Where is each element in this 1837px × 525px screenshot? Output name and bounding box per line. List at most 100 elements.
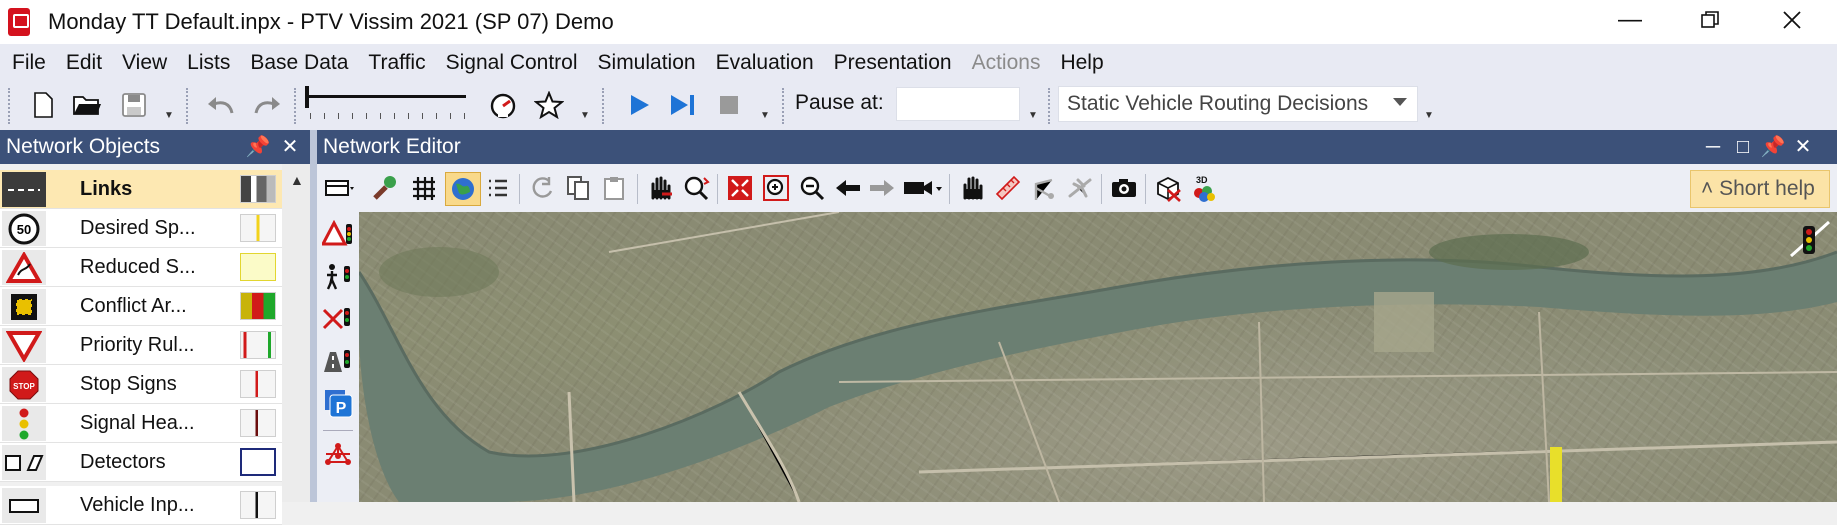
menu-actions[interactable]: Actions (964, 51, 1053, 75)
stop-simulation-button[interactable] (712, 90, 746, 120)
toolbar-grip[interactable] (186, 88, 191, 124)
menu-view[interactable]: View (114, 51, 179, 75)
pause-dropdown-arrow[interactable]: ▼ (1028, 110, 1038, 121)
reduced-speed-color-swatch[interactable] (240, 253, 276, 281)
parking-button[interactable]: P (321, 386, 355, 420)
wrench-icon (373, 176, 396, 200)
favorites-button[interactable] (532, 90, 566, 120)
network-object-links[interactable]: Links (0, 170, 282, 209)
detectors-color-swatch[interactable] (240, 448, 276, 476)
menu-help[interactable]: Help (1052, 51, 1115, 75)
redo-button[interactable] (250, 90, 284, 120)
measure-distance-button[interactable] (991, 172, 1025, 204)
graphic-parameters-button[interactable] (367, 172, 401, 204)
3d-mode-button[interactable]: 3D (1187, 172, 1221, 204)
paste-button[interactable] (597, 172, 631, 204)
network-object-reduced-speed[interactable]: Reduced S... (0, 248, 282, 287)
close-panel-icon[interactable]: ✕ (1789, 130, 1817, 164)
zoom-refresh-button[interactable] (679, 172, 713, 204)
simulation-speed-slider-thumb[interactable] (305, 86, 309, 108)
toolbar-grip[interactable] (294, 88, 299, 124)
routing-decisions-select[interactable]: Static Vehicle Routing Decisions (1058, 86, 1418, 122)
pan-network-button[interactable] (643, 172, 677, 204)
run-dropdown-arrow[interactable]: ▼ (760, 110, 770, 121)
network-object-priority-rules[interactable]: Priority Rul... (0, 326, 282, 365)
toolbar-grip[interactable] (602, 88, 607, 124)
scroll-up-icon[interactable]: ▲ (290, 172, 304, 188)
panel-splitter[interactable] (310, 130, 317, 502)
network-object-desired-speed[interactable]: 50 Desired Sp... (0, 209, 282, 248)
zoom-in-window-button[interactable] (759, 172, 793, 204)
3d-mode-off-button[interactable] (1151, 172, 1185, 204)
zoom-out-button[interactable] (795, 172, 829, 204)
toolbar-grip[interactable] (1048, 88, 1053, 124)
close-panel-icon[interactable]: ✕ (276, 130, 304, 164)
network-object-conflict-areas[interactable]: Conflict Ar... (0, 287, 282, 326)
conflict-areas-color-swatch[interactable] (240, 292, 276, 320)
grid-toggle-button[interactable] (407, 172, 441, 204)
menu-simulation[interactable]: Simulation (590, 51, 708, 75)
crossing-signal-button[interactable] (321, 302, 355, 336)
links-color-swatch[interactable] (240, 175, 276, 203)
routing-toolbar-dropdown-arrow[interactable]: ▼ (1424, 110, 1434, 121)
toolbar-grip[interactable] (782, 88, 787, 124)
maximize-panel-icon[interactable]: □ (1729, 130, 1757, 164)
short-help-button[interactable]: ˄ Short help (1690, 170, 1830, 208)
vehicle-inputs-color-swatch[interactable] (240, 491, 276, 519)
save-dropdown-arrow[interactable]: ▼ (164, 110, 174, 121)
close-button[interactable] (1752, 0, 1832, 40)
network-object-vehicle-inputs[interactable]: Vehicle Inp... (0, 486, 282, 525)
rotate-button[interactable] (525, 172, 559, 204)
view-mode-button[interactable] (323, 172, 357, 204)
stop-signs-color-swatch[interactable] (240, 370, 276, 398)
satellite-map-canvas[interactable] (359, 212, 1837, 502)
menu-base-data[interactable]: Base Data (242, 51, 360, 75)
menu-presentation[interactable]: Presentation (826, 51, 964, 75)
signal-heads-color-swatch[interactable] (240, 409, 276, 437)
copy-button[interactable] (561, 172, 595, 204)
pause-at-input[interactable] (896, 87, 1020, 121)
warning-triangle-icon (2, 250, 46, 285)
menu-file[interactable]: File (4, 51, 58, 75)
minimize-panel-icon[interactable]: ─ (1699, 130, 1727, 164)
pin-icon[interactable]: 📌 (244, 130, 272, 164)
continuous-run-button[interactable] (622, 90, 656, 120)
menu-edit[interactable]: Edit (58, 51, 114, 75)
pedestrian-signal-button[interactable] (321, 260, 355, 294)
priority-rules-color-swatch[interactable] (240, 331, 276, 359)
simulation-speed-slider-track[interactable] (306, 95, 466, 98)
network-graph-button[interactable] (321, 438, 355, 472)
menu-signal-control[interactable]: Signal Control (438, 51, 590, 75)
network-object-signal-heads[interactable]: Signal Hea... (0, 404, 282, 443)
pedestrian-tool-button[interactable] (1027, 172, 1061, 204)
show-entire-network-button[interactable] (723, 172, 757, 204)
next-view-button[interactable] (865, 172, 899, 204)
sc-warning-signal-button[interactable] (321, 218, 355, 252)
toolbar-grip[interactable] (8, 88, 13, 124)
network-object-stop-signs[interactable]: STOP Stop Signs (0, 365, 282, 404)
menu-lists[interactable]: Lists (179, 51, 242, 75)
simulation-speed-button[interactable] (484, 90, 522, 120)
new-file-button[interactable] (28, 90, 58, 120)
restore-button[interactable] (1670, 0, 1750, 40)
network-objects-scrollbar[interactable]: ▲ (282, 164, 310, 502)
save-button[interactable] (118, 90, 150, 120)
single-step-button[interactable] (664, 90, 702, 120)
open-file-button[interactable] (70, 90, 104, 120)
camera-positions-button[interactable] (901, 172, 945, 204)
undo-button[interactable] (204, 90, 238, 120)
desired-speed-color-swatch[interactable] (240, 214, 276, 242)
previous-view-button[interactable] (831, 172, 865, 204)
menu-evaluation[interactable]: Evaluation (708, 51, 826, 75)
pin-icon[interactable]: 📌 (1759, 130, 1787, 164)
flight-tool-button[interactable] (1063, 172, 1097, 204)
minimize-button[interactable]: — (1590, 0, 1670, 40)
menu-traffic[interactable]: Traffic (360, 51, 437, 75)
pan-hand-button[interactable] (955, 172, 989, 204)
favorites-dropdown-arrow[interactable]: ▼ (580, 110, 590, 121)
road-signal-button[interactable] (321, 344, 355, 378)
background-map-button[interactable] (445, 172, 481, 206)
list-view-button[interactable] (481, 172, 515, 204)
network-object-detectors[interactable]: Detectors (0, 443, 282, 482)
screenshot-button[interactable] (1107, 172, 1141, 204)
